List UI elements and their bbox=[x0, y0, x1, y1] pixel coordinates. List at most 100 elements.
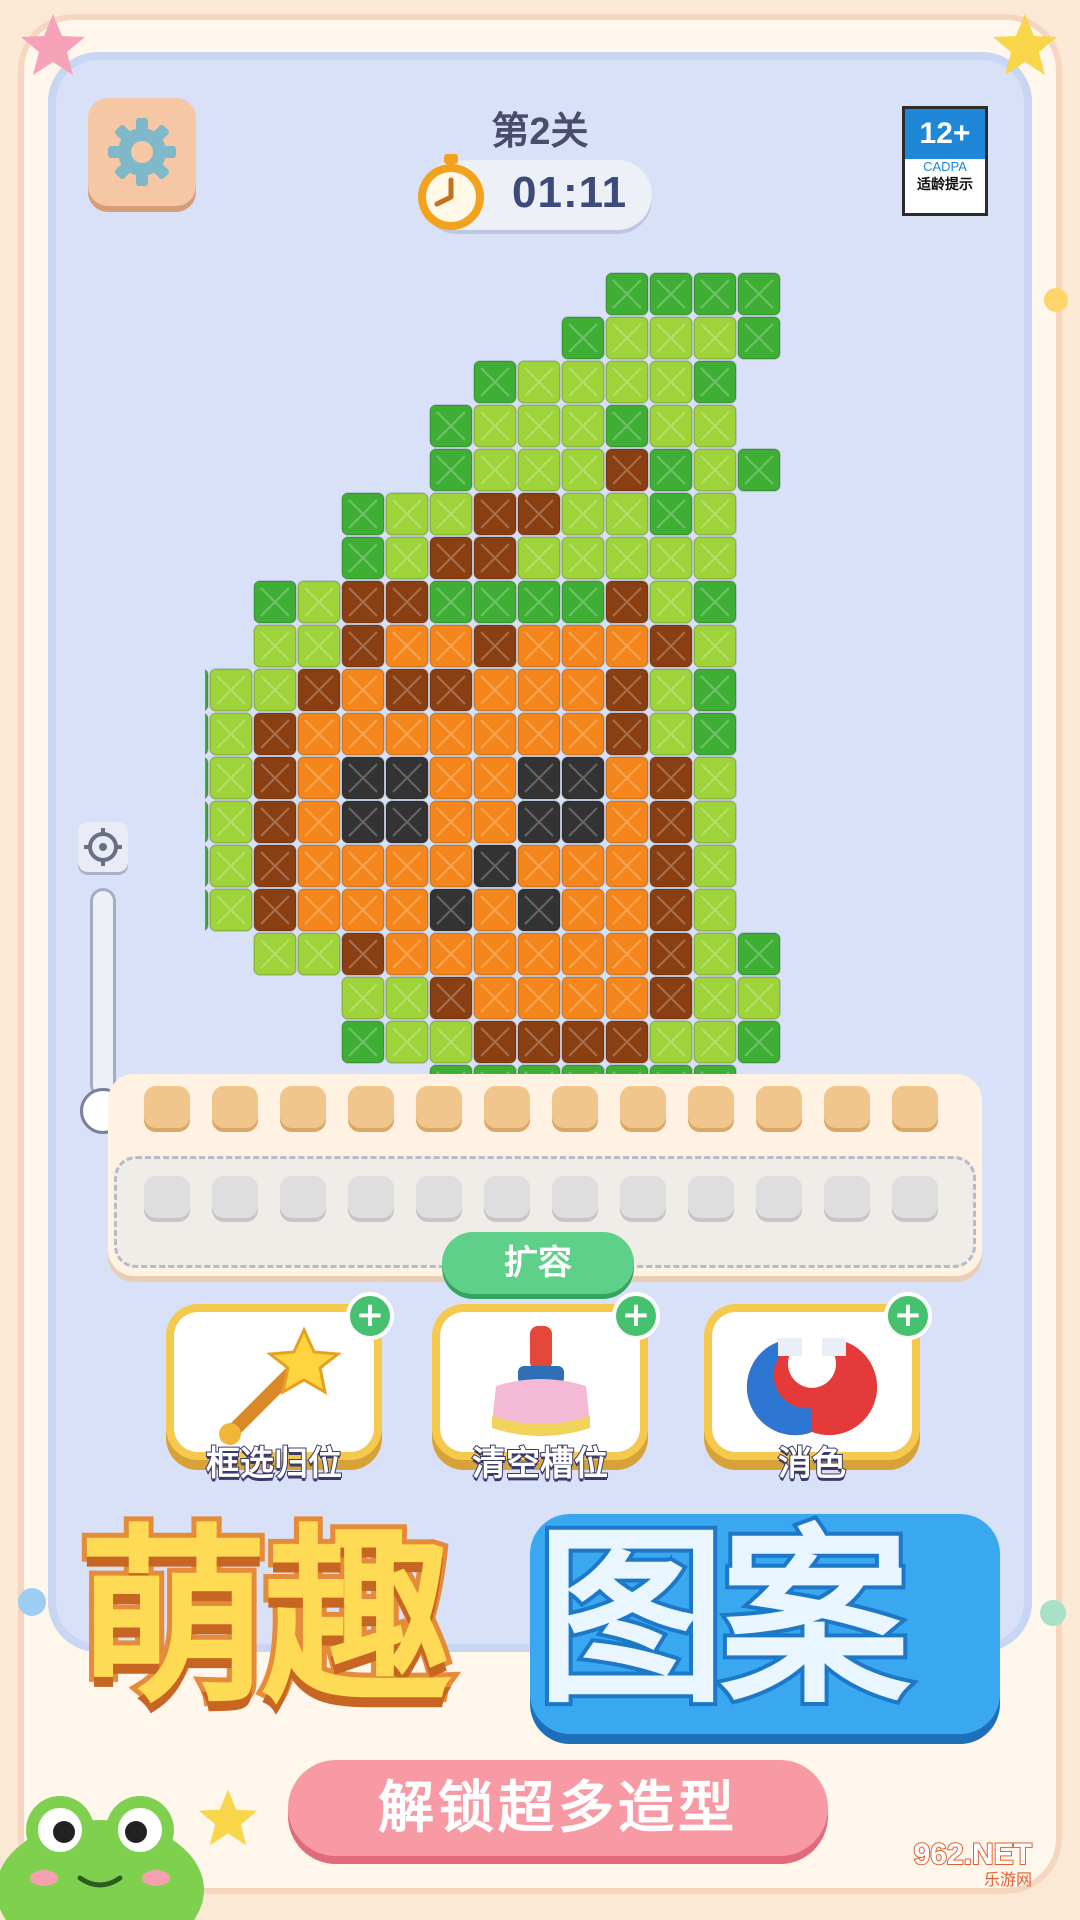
pixel-block[interactable] bbox=[473, 448, 517, 492]
pixel-block[interactable] bbox=[693, 316, 737, 360]
pixel-block[interactable] bbox=[253, 888, 297, 932]
pixel-block[interactable] bbox=[473, 844, 517, 888]
pixel-block[interactable] bbox=[429, 536, 473, 580]
pixel-block[interactable] bbox=[649, 536, 693, 580]
pixel-block[interactable] bbox=[517, 712, 561, 756]
pixel-block[interactable] bbox=[473, 492, 517, 536]
pixel-block[interactable] bbox=[517, 888, 561, 932]
pixel-block[interactable] bbox=[429, 668, 473, 712]
pixel-block[interactable] bbox=[429, 932, 473, 976]
pixel-block[interactable] bbox=[561, 976, 605, 1020]
pixel-block[interactable] bbox=[253, 756, 297, 800]
pixel-block[interactable] bbox=[341, 624, 385, 668]
pixel-block[interactable] bbox=[605, 712, 649, 756]
pixel-block[interactable] bbox=[605, 800, 649, 844]
pixel-block[interactable] bbox=[205, 712, 209, 756]
plus-icon[interactable]: + bbox=[346, 1292, 394, 1340]
pixel-block[interactable] bbox=[385, 712, 429, 756]
pixel-block[interactable] bbox=[693, 404, 737, 448]
pixel-block[interactable] bbox=[649, 272, 693, 316]
pixel-block[interactable] bbox=[473, 360, 517, 404]
pixel-block[interactable] bbox=[517, 360, 561, 404]
pixel-block[interactable] bbox=[209, 888, 253, 932]
pixel-block[interactable] bbox=[605, 580, 649, 624]
pixel-block[interactable] bbox=[605, 360, 649, 404]
pixel-block[interactable] bbox=[649, 316, 693, 360]
pixel-block[interactable] bbox=[649, 404, 693, 448]
pixel-block[interactable] bbox=[649, 800, 693, 844]
pixel-block[interactable] bbox=[605, 844, 649, 888]
pixel-block[interactable] bbox=[517, 492, 561, 536]
pixel-block[interactable] bbox=[429, 756, 473, 800]
pixel-block[interactable] bbox=[605, 536, 649, 580]
pixel-block[interactable] bbox=[341, 756, 385, 800]
pixel-block[interactable] bbox=[561, 492, 605, 536]
pixel-block[interactable] bbox=[693, 888, 737, 932]
pixel-block[interactable] bbox=[693, 448, 737, 492]
pixel-block[interactable] bbox=[649, 492, 693, 536]
pixel-block[interactable] bbox=[561, 756, 605, 800]
pixel-block[interactable] bbox=[429, 404, 473, 448]
pixel-block[interactable] bbox=[297, 712, 341, 756]
pixel-block[interactable] bbox=[473, 624, 517, 668]
plus-icon[interactable]: + bbox=[612, 1292, 660, 1340]
pixel-block[interactable] bbox=[385, 536, 429, 580]
plus-icon[interactable]: + bbox=[884, 1292, 932, 1340]
pixel-block[interactable] bbox=[561, 668, 605, 712]
pixel-block[interactable] bbox=[429, 888, 473, 932]
pixel-block[interactable] bbox=[341, 800, 385, 844]
pixel-block[interactable] bbox=[205, 844, 209, 888]
pixel-block[interactable] bbox=[205, 668, 209, 712]
pixel-block[interactable] bbox=[517, 624, 561, 668]
pixel-block[interactable] bbox=[385, 1020, 429, 1064]
pixel-block[interactable] bbox=[209, 756, 253, 800]
pixel-block[interactable] bbox=[605, 1020, 649, 1064]
pixel-block[interactable] bbox=[517, 668, 561, 712]
pixel-block[interactable] bbox=[253, 580, 297, 624]
pixel-block[interactable] bbox=[473, 712, 517, 756]
pixel-block[interactable] bbox=[605, 932, 649, 976]
pixel-block[interactable] bbox=[561, 580, 605, 624]
pixel-block[interactable] bbox=[517, 536, 561, 580]
pixel-block[interactable] bbox=[605, 888, 649, 932]
pixel-block[interactable] bbox=[737, 976, 781, 1020]
pixel-block[interactable] bbox=[341, 844, 385, 888]
pixel-block[interactable] bbox=[209, 800, 253, 844]
pixel-block[interactable] bbox=[561, 800, 605, 844]
pixel-block[interactable] bbox=[297, 888, 341, 932]
pixel-block[interactable] bbox=[693, 272, 737, 316]
pixel-block[interactable] bbox=[341, 536, 385, 580]
pixel-block[interactable] bbox=[561, 712, 605, 756]
pixel-block[interactable] bbox=[297, 932, 341, 976]
pixel-block[interactable] bbox=[385, 580, 429, 624]
pixel-block[interactable] bbox=[429, 800, 473, 844]
pixel-block[interactable] bbox=[473, 932, 517, 976]
pixel-block[interactable] bbox=[297, 756, 341, 800]
pixel-block[interactable] bbox=[253, 932, 297, 976]
pixel-block[interactable] bbox=[693, 360, 737, 404]
pixel-block[interactable] bbox=[429, 448, 473, 492]
pixel-block[interactable] bbox=[561, 624, 605, 668]
pixel-block[interactable] bbox=[209, 712, 253, 756]
pixel-block[interactable] bbox=[561, 932, 605, 976]
pixel-block[interactable] bbox=[341, 712, 385, 756]
pixel-block[interactable] bbox=[341, 668, 385, 712]
pixel-block[interactable] bbox=[737, 1020, 781, 1064]
tool-remove-color[interactable]: + bbox=[712, 1292, 932, 1452]
pixel-block[interactable] bbox=[385, 932, 429, 976]
pixel-block[interactable] bbox=[605, 448, 649, 492]
pixel-block[interactable] bbox=[693, 932, 737, 976]
pixel-block[interactable] bbox=[693, 800, 737, 844]
pixel-block[interactable] bbox=[561, 844, 605, 888]
pixel-block[interactable] bbox=[737, 448, 781, 492]
pixel-block[interactable] bbox=[649, 712, 693, 756]
pixel-block[interactable] bbox=[649, 976, 693, 1020]
pixel-block[interactable] bbox=[693, 756, 737, 800]
pixel-block[interactable] bbox=[473, 580, 517, 624]
pixel-block[interactable] bbox=[205, 888, 209, 932]
pixel-block[interactable] bbox=[561, 1020, 605, 1064]
pixel-block[interactable] bbox=[297, 800, 341, 844]
pixel-block[interactable] bbox=[517, 800, 561, 844]
pixel-block[interactable] bbox=[253, 668, 297, 712]
pixel-block[interactable] bbox=[693, 1020, 737, 1064]
